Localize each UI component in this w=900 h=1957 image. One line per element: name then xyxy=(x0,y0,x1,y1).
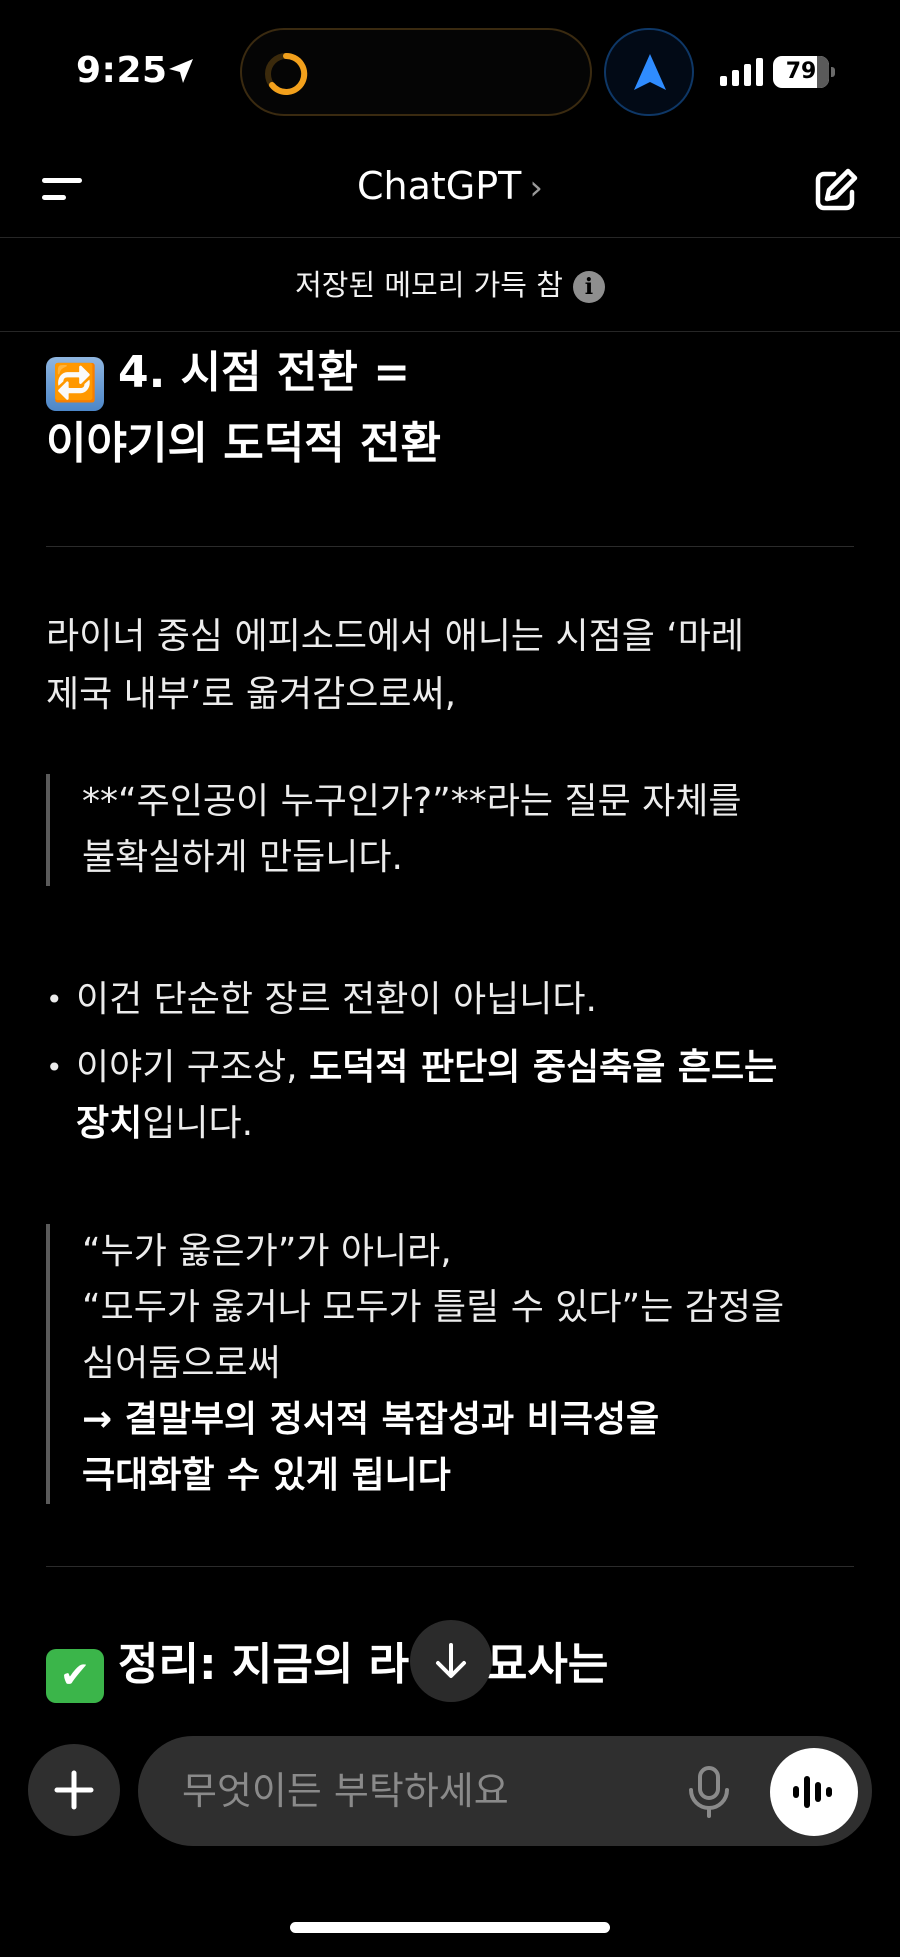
bullet2-prefix: 이야기 구조상, xyxy=(76,1047,310,1088)
message-content: 🔁 4. 시점 전환 = 이야기의 도덕적 전환 라이너 중심 에피소드에서 애니… xyxy=(0,332,900,1722)
intro-line-1: 라이너 중심 에피소드에서 애니는 시점을 ‘마레 xyxy=(46,616,744,657)
voice-mode-button[interactable] xyxy=(770,1748,858,1836)
plus-icon xyxy=(54,1770,94,1810)
summary-heading: ✔ 정리: 지금의 라너 묘사는 xyxy=(0,1632,608,1703)
add-attachment-button[interactable] xyxy=(28,1744,120,1836)
bullet2-suffix: 입니다. xyxy=(142,1103,254,1144)
intro-paragraph: 라이너 중심 에피소드에서 애니는 시점을 ‘마레 제국 내부’로 옮겨감으로써… xyxy=(46,608,866,724)
navigation-arrow-icon xyxy=(634,54,666,90)
scroll-to-bottom-button[interactable] xyxy=(410,1620,492,1702)
new-chat-icon[interactable] xyxy=(812,166,860,214)
message-input[interactable] xyxy=(182,1736,662,1846)
quote1-line-1: **“주인공이 누구인가?”**라는 질문 자체를 xyxy=(82,781,742,822)
app-title: ChatGPT xyxy=(357,164,522,208)
model-selector[interactable]: ChatGPT › xyxy=(0,164,900,208)
chevron-right-icon: › xyxy=(529,168,543,208)
quote2-line-3: 심어둠으로써 xyxy=(82,1343,281,1384)
status-time: 9:25 xyxy=(76,50,168,91)
quote2-line-2: “모두가 옳거나 모두가 틀릴 수 있다”는 감정을 xyxy=(82,1287,785,1328)
status-bar: 9:25 79 xyxy=(0,0,900,140)
bullet2-bold-1: 도덕적 판단의 중심축을 흔드는 xyxy=(309,1047,778,1088)
blockquote-emotion: “누가 옳은가”가 아니라, “모두가 옳거나 모두가 틀릴 수 있다”는 감정… xyxy=(46,1224,866,1504)
summary-title-1: 정리: 지금의 xyxy=(118,1639,369,1690)
repeat-icon: 🔁 xyxy=(46,357,104,411)
arrow-down-icon xyxy=(436,1643,466,1678)
dynamic-island[interactable] xyxy=(240,28,592,116)
section-heading-4: 🔁 4. 시점 전환 = 이야기의 도덕적 전환 xyxy=(0,340,441,477)
activity-ring-icon xyxy=(265,52,308,95)
chat-screen: 9:25 79 ChatGPT › 저장된 메모리 가득 참 i 🔁 4. 시점… xyxy=(0,0,900,1957)
signal-bars-icon xyxy=(720,58,763,86)
summary-title-2: 라 xyxy=(368,1639,410,1690)
battery-level: 79 xyxy=(785,59,817,84)
app-header: ChatGPT › xyxy=(0,140,900,238)
voice-waveform-icon xyxy=(793,1776,832,1808)
navigation-indicator[interactable] xyxy=(604,28,694,116)
divider xyxy=(46,546,854,547)
microphone-icon[interactable] xyxy=(686,1766,732,1818)
memory-full-banner[interactable]: 저장된 메모리 가득 참 i xyxy=(0,238,900,332)
home-indicator[interactable] xyxy=(290,1922,610,1933)
bullet1-text: 이건 단순한 장르 전환이 아닙니다. xyxy=(76,979,597,1020)
quote2-line-1: “누가 옳은가”가 아니라, xyxy=(82,1231,452,1272)
quote1-line-2: 불확실하게 만듭니다. xyxy=(82,837,403,878)
battery-indicator: 79 xyxy=(773,56,835,88)
list-item: 이야기 구조상, 도덕적 판단의 중심축을 흔드는 장치입니다. xyxy=(46,1040,866,1152)
memory-full-text: 저장된 메모리 가득 참 xyxy=(295,268,563,302)
info-icon[interactable]: i xyxy=(572,271,605,303)
check-mark-icon: ✔ xyxy=(46,1649,104,1703)
section-heading-4-line1: 4. 시점 전환 = xyxy=(118,347,411,398)
message-composer xyxy=(138,1736,872,1846)
battery-body: 79 xyxy=(773,56,829,88)
divider xyxy=(46,1566,854,1567)
blockquote-question: **“주인공이 누구인가?”**라는 질문 자체를 불확실하게 만듭니다. xyxy=(46,774,866,886)
bullet2-bold-2: 장치 xyxy=(76,1103,143,1144)
location-arrow-icon xyxy=(169,59,193,83)
section-heading-4-line2: 이야기의 도덕적 전환 xyxy=(46,418,441,469)
quote2-line-5: 극대화할 수 있게 됩니다 xyxy=(82,1455,451,1496)
list-item: 이건 단순한 장르 전환이 아닙니다. xyxy=(46,972,866,1028)
battery-cap xyxy=(831,67,835,77)
quote2-line-4: → 결말부의 정서적 복잡성과 비극성을 xyxy=(82,1399,660,1440)
intro-line-2: 제국 내부’로 옮겨감으로써, xyxy=(46,674,457,715)
